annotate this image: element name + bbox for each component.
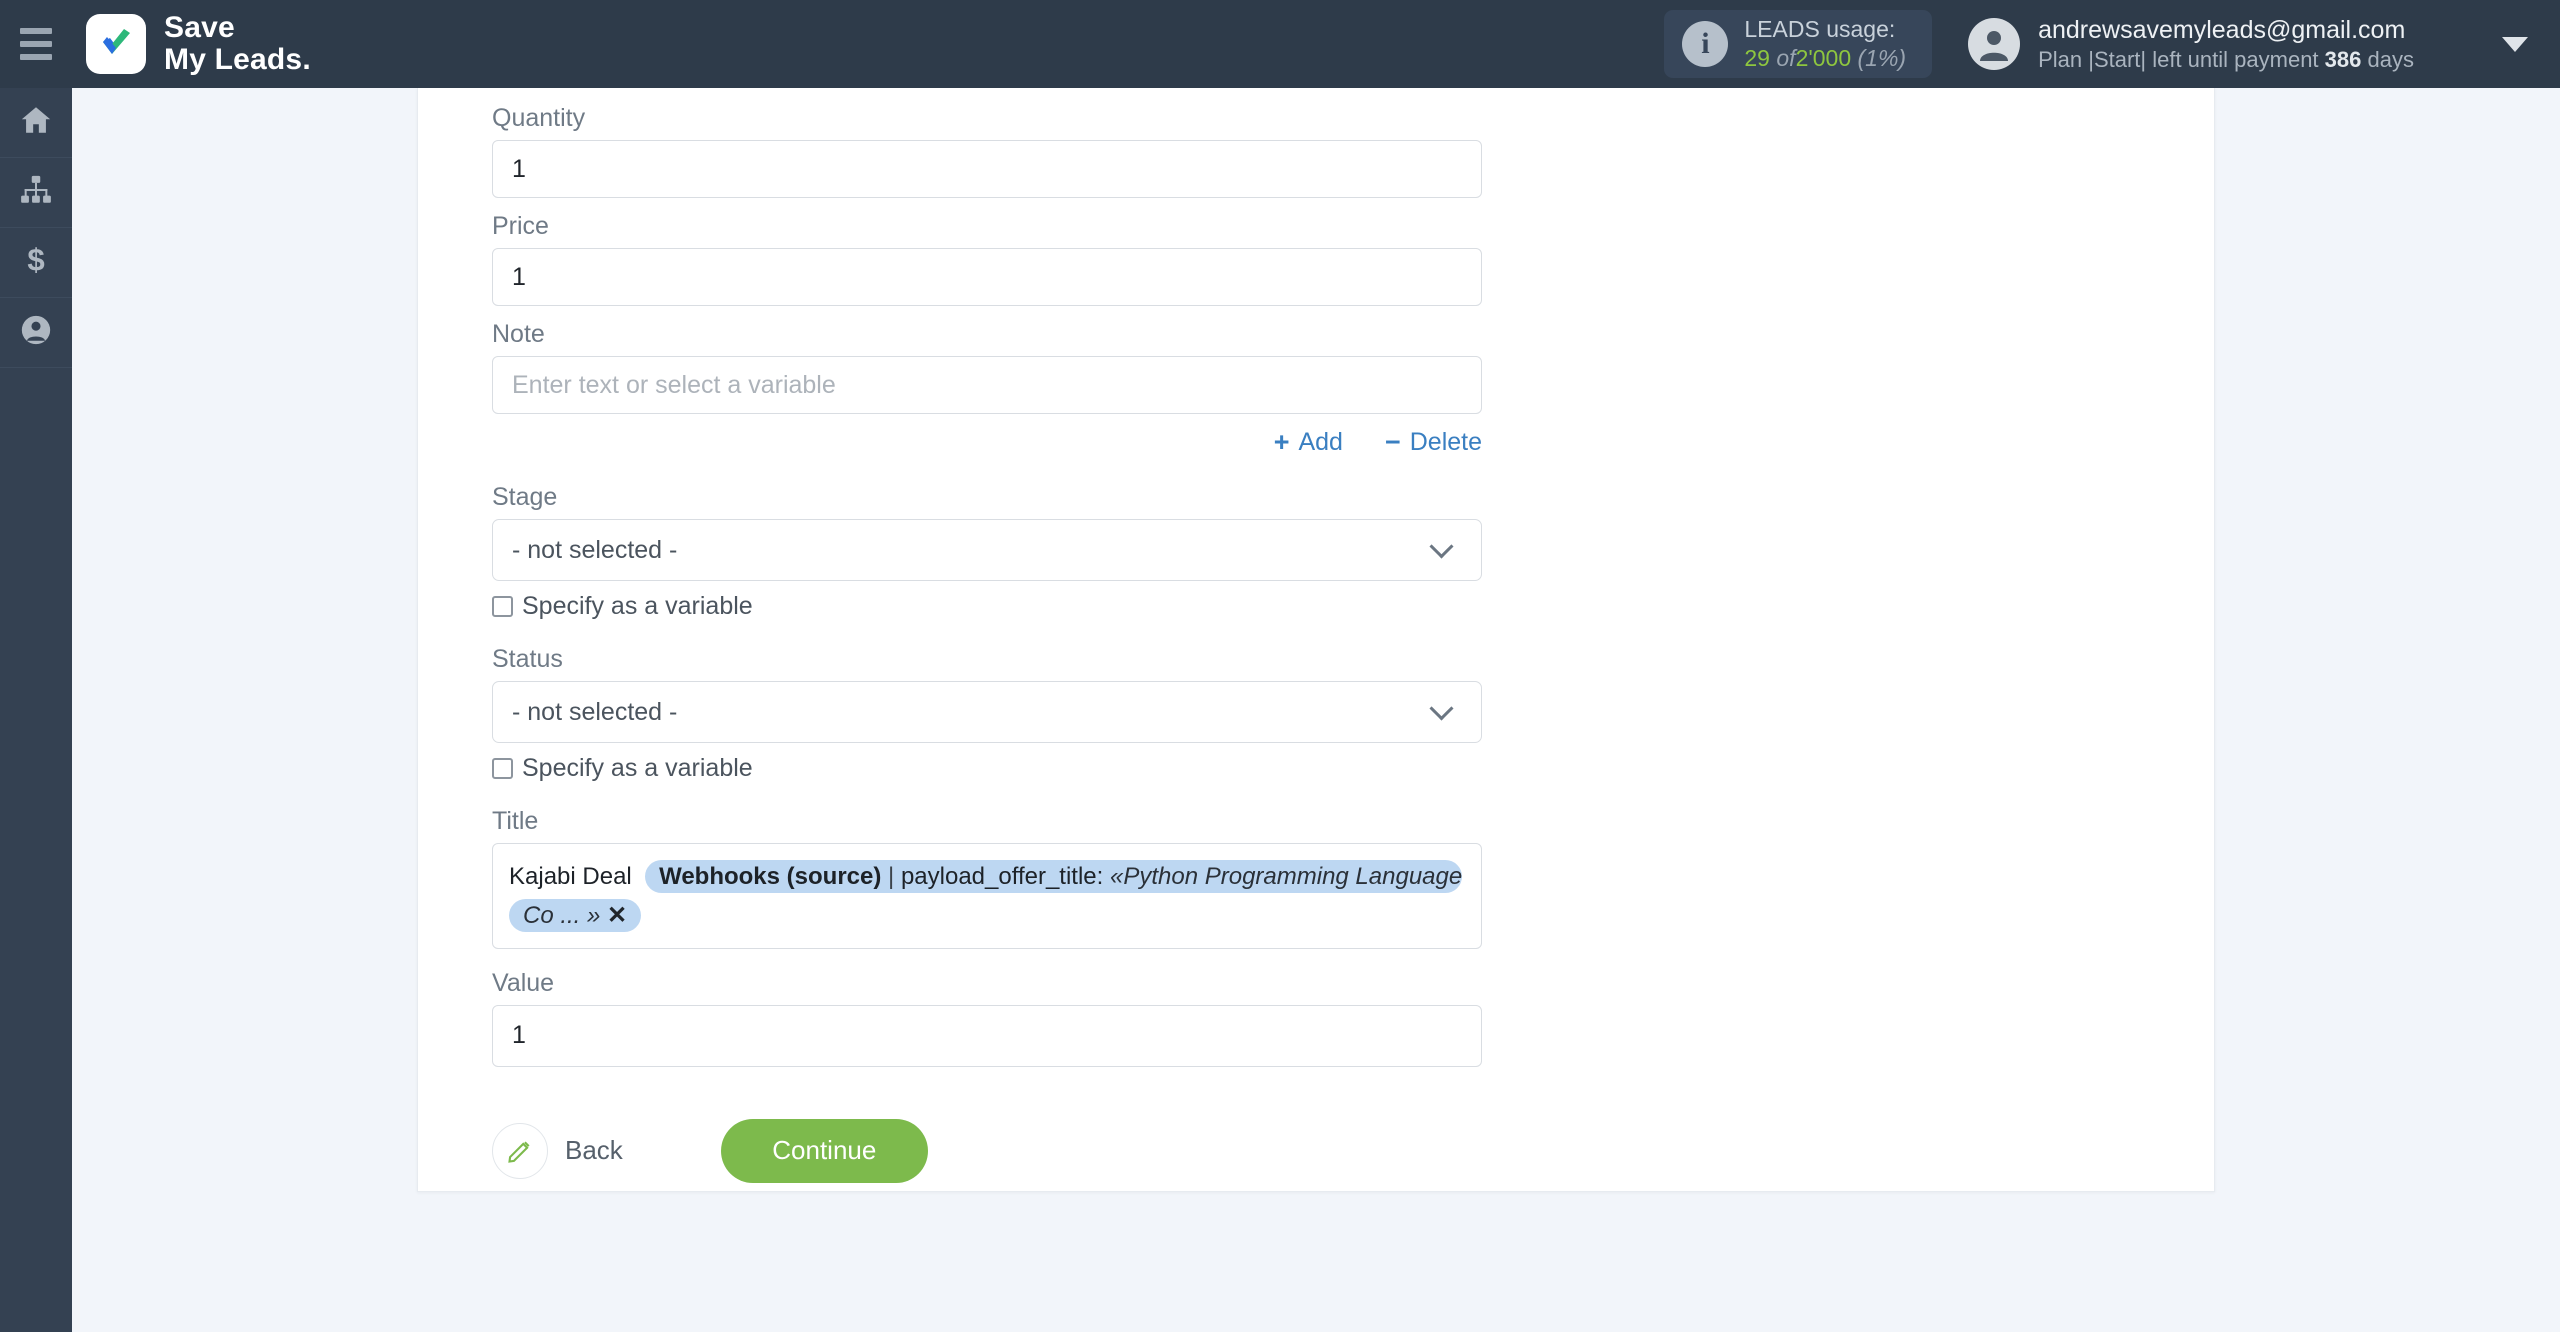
sidebar-item-billing[interactable]: $ [0, 228, 72, 298]
status-selected-value: - not selected - [512, 697, 678, 726]
account-menu[interactable]: andrewsavemyleads@gmail.com Plan |Start|… [1932, 0, 2560, 88]
quantity-field-group: Quantity 1 [492, 104, 1482, 198]
account-plan-info: Plan |Start| left until payment 386 days [2038, 46, 2414, 74]
stage-select[interactable]: - not selected - [492, 519, 1482, 581]
status-variable-checkbox-label: Specify as a variable [522, 754, 753, 782]
home-icon [19, 103, 53, 142]
brand-line-2: My Leads. [164, 43, 311, 76]
brand-line-1: Save [164, 11, 235, 45]
account-text-group: andrewsavemyleads@gmail.com Plan |Start|… [2038, 14, 2414, 74]
continue-button[interactable]: Continue [720, 1118, 928, 1183]
left-sidebar: $ [0, 88, 72, 1332]
svg-text:$: $ [27, 243, 44, 277]
chip-remove-icon[interactable]: ✕ [607, 902, 641, 929]
status-variable-checkbox[interactable] [492, 758, 513, 779]
usage-of-label: of [1776, 45, 1796, 71]
title-static-text: Kajabi Deal [509, 863, 632, 890]
stage-field-group: Stage - not selected - Specify as a vari… [492, 483, 1482, 621]
back-button[interactable]: Back [492, 1122, 623, 1179]
usage-total: 2'000 [1795, 45, 1852, 71]
stage-selected-value: - not selected - [512, 535, 678, 564]
hamburger-bar [20, 54, 52, 60]
brand-logo-link[interactable]: Save My Leads. [86, 12, 311, 76]
hamburger-bar [20, 41, 52, 47]
hamburger-bar [20, 28, 52, 34]
brand-name: Save My Leads. [164, 12, 311, 76]
form-card: Quantity 1 Price 1 Note Enter text or se… [417, 88, 2215, 1192]
chip-separator: | [888, 863, 895, 890]
account-email: andrewsavemyleads@gmail.com [2038, 15, 2406, 44]
deal-form: Quantity 1 Price 1 Note Enter text or se… [492, 104, 1482, 1183]
hamburger-menu-icon[interactable] [0, 0, 72, 88]
form-actions: Back Continue [492, 1118, 1482, 1183]
note-field-group: Note Enter text or select a variable [492, 320, 1482, 414]
chevron-down-icon[interactable] [2502, 36, 2528, 52]
connections-icon [19, 173, 53, 212]
title-field-group: Title Kajabi Deal Webhooks (source) | pa… [492, 807, 1482, 949]
user-avatar-icon [1968, 18, 2021, 70]
pencil-icon [492, 1122, 548, 1179]
chip-field: payload_offer_title: [900, 863, 1104, 890]
sidebar-item-connections[interactable] [0, 158, 72, 228]
status-field-group: Status - not selected - Specify as a var… [492, 645, 1482, 783]
dollar-icon: $ [19, 243, 53, 282]
info-icon: i [1682, 21, 1729, 67]
status-variable-checkbox-row[interactable]: Specify as a variable [492, 754, 1482, 783]
sidebar-item-account[interactable] [0, 298, 72, 368]
stage-variable-checkbox-row[interactable]: Specify as a variable [492, 592, 1482, 621]
usage-percent: (1%) [1857, 45, 1907, 71]
usage-text-group: LEADS usage: 29 of2'000 (1%) [1744, 15, 1906, 73]
status-select[interactable]: - not selected - [492, 681, 1482, 743]
top-header-bar: Save My Leads. i LEADS usage: 29 of2'000… [0, 0, 2560, 88]
add-delete-row: + Add − Delete [492, 428, 1482, 457]
title-variable-input[interactable]: Kajabi Deal Webhooks (source) | payload_… [492, 843, 1482, 949]
header-right-group: i LEADS usage: 29 of2'000 (1%) andrewsav… [1664, 0, 2560, 88]
quantity-label: Quantity [492, 104, 586, 132]
plan-days: 386 [2324, 46, 2362, 72]
user-icon [19, 313, 53, 352]
title-variable-chip[interactable]: Webhooks (source) | payload_offer_title:… [509, 860, 1463, 932]
plus-icon: + [1273, 427, 1290, 457]
note-input[interactable]: Enter text or select a variable [492, 356, 1482, 414]
stage-variable-checkbox[interactable] [492, 596, 513, 617]
usage-used: 29 [1744, 45, 1770, 71]
back-button-label: Back [565, 1135, 623, 1166]
title-label: Title [492, 807, 539, 835]
plan-prefix: Plan |Start| left until payment [2038, 46, 2319, 72]
main-content-area: Quantity 1 Price 1 Note Enter text or se… [72, 88, 2560, 1332]
price-label: Price [492, 212, 549, 240]
plan-suffix: days [2367, 46, 2414, 72]
stage-variable-checkbox-label: Specify as a variable [522, 592, 753, 620]
note-label: Note [492, 320, 545, 348]
chip-source: Webhooks (source) [659, 863, 882, 890]
minus-icon: − [1384, 427, 1401, 457]
chevron-down-icon [1429, 695, 1454, 721]
price-input[interactable]: 1 [492, 248, 1482, 306]
checkmark-logo-icon [86, 14, 146, 74]
price-field-group: Price 1 [492, 212, 1482, 306]
add-button-label: Add [1298, 428, 1343, 456]
usage-title: LEADS usage: [1744, 16, 1896, 43]
add-button[interactable]: + Add [1274, 428, 1343, 457]
value-input[interactable]: 1 [492, 1004, 1482, 1067]
stage-label: Stage [492, 483, 558, 511]
sidebar-item-home[interactable] [0, 88, 72, 158]
value-field-group: Value 1 [492, 969, 1482, 1067]
chevron-down-icon [1429, 533, 1454, 559]
quantity-input[interactable]: 1 [492, 140, 1482, 198]
leads-usage-box[interactable]: i LEADS usage: 29 of2'000 (1%) [1664, 10, 1933, 78]
delete-button[interactable]: − Delete [1385, 428, 1482, 457]
status-label: Status [492, 645, 563, 673]
value-label: Value [492, 968, 555, 997]
delete-button-label: Delete [1409, 428, 1482, 456]
usage-values: 29 of2'000 (1%) [1744, 44, 1906, 73]
